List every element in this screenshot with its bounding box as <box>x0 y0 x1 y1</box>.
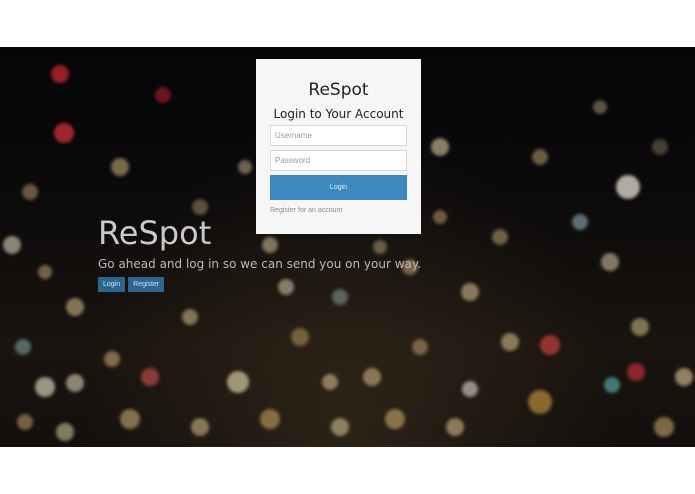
hero-button-group: Login Register <box>98 277 421 292</box>
login-card: ReSpot Login to Your Account Login Regis… <box>256 59 421 234</box>
login-submit-button[interactable]: Login <box>270 175 407 200</box>
login-heading: Login to Your Account <box>273 107 404 121</box>
hero-login-button[interactable]: Login <box>98 277 126 292</box>
username-input[interactable] <box>270 125 407 146</box>
hero-subtitle: Go ahead and log in so we can send you o… <box>98 257 422 271</box>
password-input[interactable] <box>270 150 407 171</box>
hero-register-button[interactable]: Register <box>128 277 165 292</box>
card-brand-title: ReSpot <box>308 80 369 100</box>
register-link[interactable]: Register for an account <box>270 207 407 214</box>
